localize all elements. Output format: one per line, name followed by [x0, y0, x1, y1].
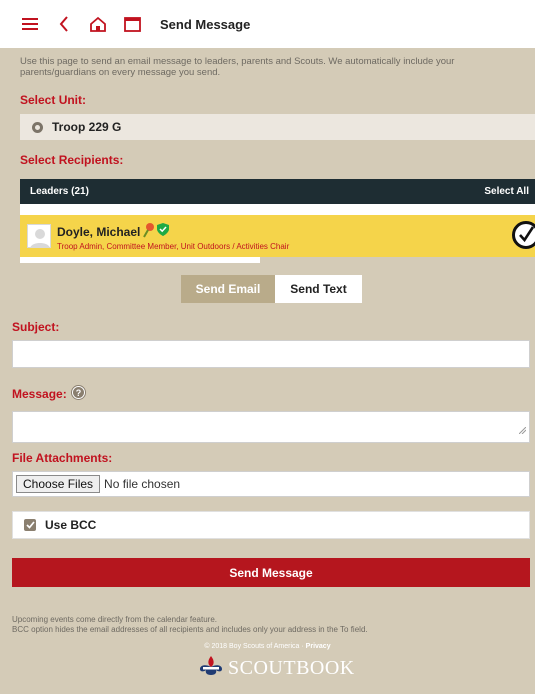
- radio-icon[interactable]: [32, 121, 43, 133]
- send-message-button[interactable]: Send Message: [12, 558, 530, 587]
- attachments-label: File Attachments:: [12, 451, 113, 465]
- tab-send-email[interactable]: Send Email: [181, 275, 275, 303]
- resize-grip-icon[interactable]: [518, 421, 527, 439]
- leaders-group-title: Leaders (21): [30, 186, 89, 197]
- back-chevron-icon[interactable]: [52, 12, 76, 36]
- footer-copyright-line: © 2018 Boy Scouts of America · Privacy: [0, 643, 535, 650]
- bcc-option[interactable]: Use BCC: [12, 511, 530, 539]
- note-bcc: BCC option hides the email addresses of …: [12, 625, 368, 634]
- leaders-group-header: Leaders (21) Select All: [20, 179, 535, 204]
- no-file-text: No file chosen: [104, 477, 181, 491]
- bcc-checkbox[interactable]: [24, 519, 36, 531]
- svg-text:?: ?: [76, 388, 82, 398]
- brand-wordmark: SCOUTBOOK: [228, 657, 355, 679]
- home-icon[interactable]: [86, 12, 110, 36]
- subject-field-wrap: [12, 340, 530, 368]
- select-recipients-label: Select Recipients:: [20, 153, 124, 167]
- file-attachment-field: Choose Files No file chosen: [12, 471, 530, 497]
- unit-option-label: Troop 229 G: [52, 120, 122, 134]
- help-icon[interactable]: ?: [70, 384, 87, 406]
- shield-check-icon: [157, 223, 169, 241]
- leader-row-selected[interactable]: Doyle, Michael Troop Admin, Committee Me…: [20, 215, 535, 257]
- privacy-link[interactable]: Privacy: [306, 643, 331, 650]
- menu-icon[interactable]: [18, 12, 42, 36]
- leader-name: Doyle, Michael: [57, 225, 141, 239]
- avatar: [27, 224, 51, 248]
- top-bar: Send Message: [0, 0, 535, 48]
- bcc-label: Use BCC: [45, 518, 97, 532]
- scoutbook-logo: SCOUTBOOK: [198, 655, 355, 682]
- select-all-button[interactable]: Select All: [484, 186, 529, 197]
- note-events: Upcoming events come directly from the c…: [12, 615, 217, 624]
- choose-files-button[interactable]: Choose Files: [16, 475, 101, 493]
- message-label: Message:: [12, 387, 67, 401]
- leader-roles: Troop Admin, Committee Member, Unit Outd…: [57, 242, 290, 251]
- subject-input[interactable]: [13, 341, 529, 367]
- message-textarea[interactable]: [13, 412, 529, 442]
- selected-check-icon[interactable]: [512, 221, 535, 249]
- page-title: Send Message: [160, 16, 251, 32]
- footer-copyright: © 2018 Boy Scouts of America ·: [204, 643, 304, 650]
- next-leader-row-partial: [20, 257, 260, 263]
- fleur-de-lis-icon: [198, 655, 224, 682]
- pin-icon: [142, 222, 156, 243]
- list-spacer: [20, 204, 535, 215]
- calendar-icon[interactable]: [120, 12, 144, 36]
- help-notes: Upcoming events come directly from the c…: [12, 615, 532, 635]
- message-field-wrap: [12, 411, 530, 443]
- select-unit-label: Select Unit:: [20, 93, 87, 107]
- intro-text: Use this page to send an email message t…: [20, 56, 455, 78]
- subject-label: Subject:: [12, 320, 60, 334]
- unit-option-troop[interactable]: Troop 229 G: [20, 114, 535, 140]
- tab-send-text[interactable]: Send Text: [275, 275, 362, 303]
